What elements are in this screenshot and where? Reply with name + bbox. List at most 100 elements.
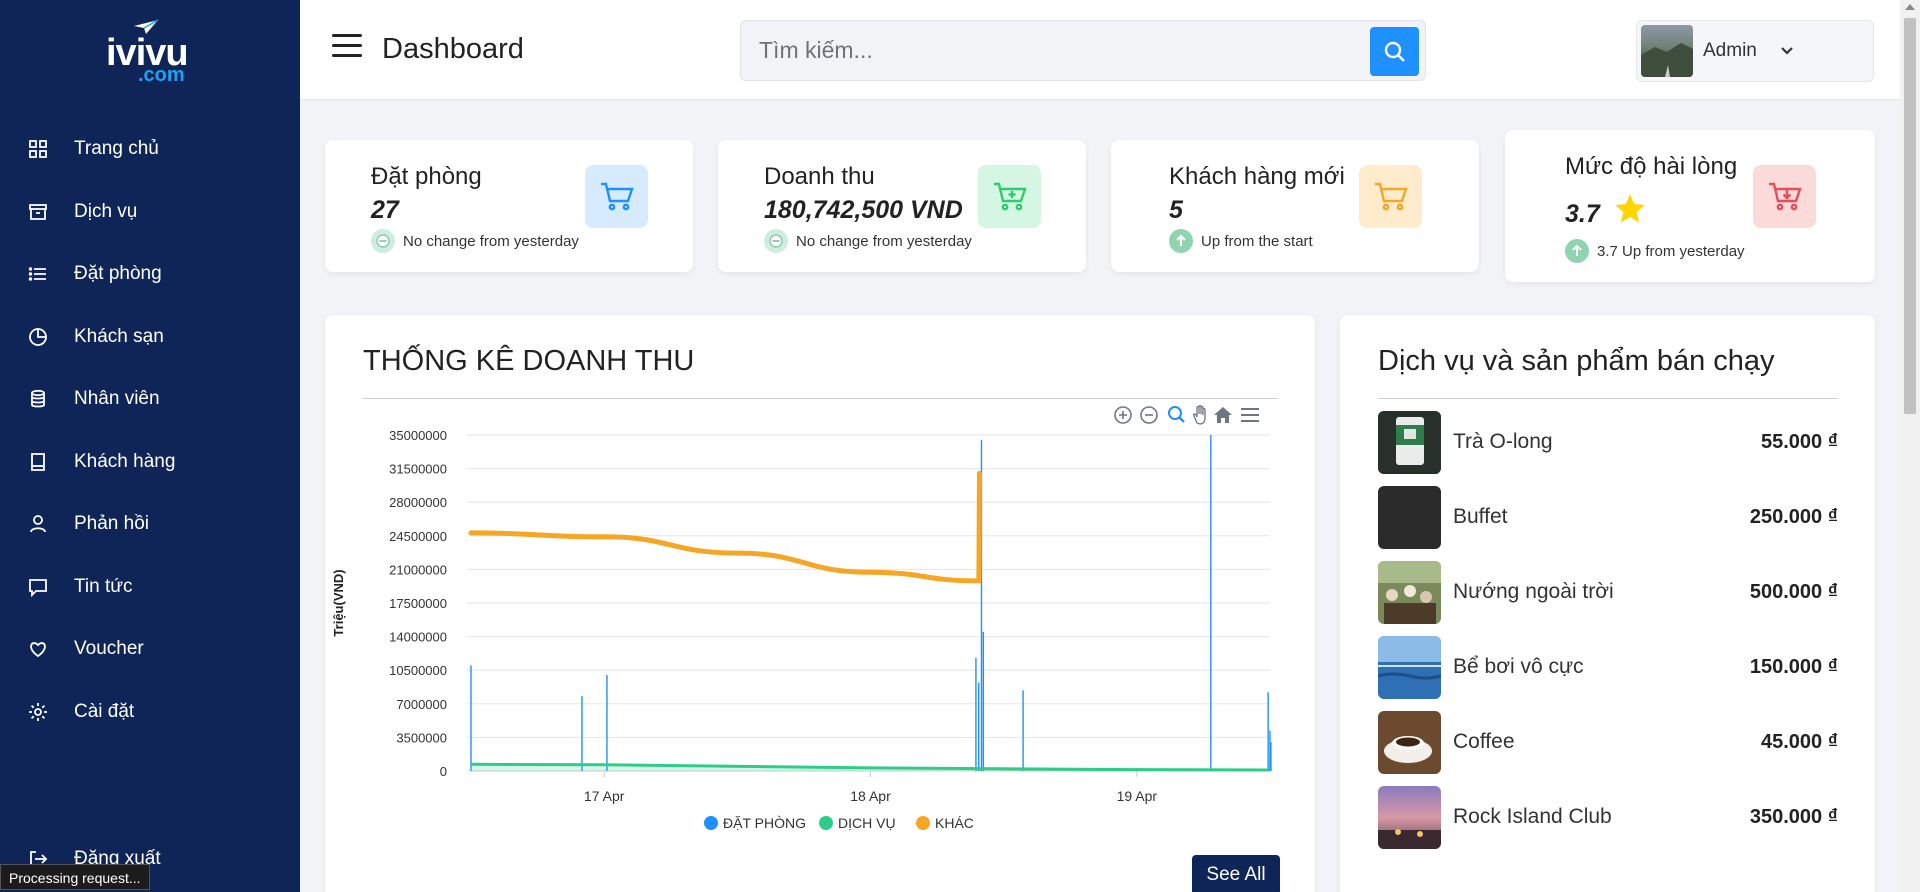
product-name: Nướng ngoài trời xyxy=(1453,580,1614,603)
cart-plus-icon xyxy=(978,165,1041,228)
sidebar-item-khach-hang[interactable]: Khách hàng xyxy=(0,431,300,494)
sidebar-item-label: Dịch vụ xyxy=(74,200,138,222)
sidebar-item-cai-dat[interactable]: Cài đặt xyxy=(0,681,300,744)
stat-note: No change from yesterday xyxy=(764,229,972,253)
product-row[interactable]: Coffee 45.000 ₫ xyxy=(1378,710,1838,774)
stat-note: No change from yesterday xyxy=(371,229,579,253)
menu-toggle-icon[interactable] xyxy=(332,34,362,60)
stat-label: Đặt phòng xyxy=(371,163,482,190)
sidebar-item-label: Phản hồi xyxy=(74,513,150,535)
stat-card-revenue[interactable]: Doanh thu 180,742,500 VND No change from… xyxy=(718,140,1086,272)
revenue-chart: 3500000031500000280000002450000021000000… xyxy=(331,428,1272,831)
user-menu[interactable]: Admin xyxy=(1636,20,1874,82)
stat-note-text: 3.7 Up from yesterday xyxy=(1597,242,1745,260)
sidebar-item-trang-chu[interactable]: Trang chủ xyxy=(0,118,300,181)
stat-card-satisfaction[interactable]: Mức độ hài lòng 3.7 3.7 Up from yesterda… xyxy=(1505,130,1875,282)
sidebar-item-phan-hoi[interactable]: Phản hồi xyxy=(0,493,300,556)
product-row[interactable]: Buffet 250.000 ₫ xyxy=(1378,485,1838,549)
arrow-up-icon xyxy=(1565,239,1589,263)
archive-icon xyxy=(28,202,48,222)
sidebar-item-nhan-vien[interactable]: Nhân viên xyxy=(0,368,300,431)
y-tick-label: 3500000 xyxy=(396,730,447,745)
stat-value: 5 xyxy=(1169,196,1183,224)
y-tick-label: 24500000 xyxy=(389,529,447,544)
user-icon xyxy=(28,514,48,534)
search-input[interactable] xyxy=(759,21,1339,80)
product-thumb-buffet xyxy=(1378,485,1441,549)
arrow-up-icon xyxy=(1169,229,1193,253)
no-change-icon xyxy=(764,229,788,253)
search-button[interactable] xyxy=(1370,27,1419,76)
legend-label: KHÁC xyxy=(935,815,974,831)
best-sellers-panel: Dịch vụ và sản phẩm bán chạy Trà O-long … xyxy=(1340,315,1875,892)
stat-card-new-customers[interactable]: Khách hàng mới 5 Up from the start xyxy=(1111,140,1479,272)
sidebar-item-voucher[interactable]: Voucher xyxy=(0,618,300,681)
x-tick-label: 19 Apr xyxy=(1117,788,1158,804)
sidebar-item-dich-vu[interactable]: Dịch vụ xyxy=(0,181,300,244)
product-row[interactable]: Rock Island Club 350.000 ₫ xyxy=(1378,785,1838,849)
see-all-button[interactable]: See All xyxy=(1192,855,1280,892)
sidebar-item-label: Tin tức xyxy=(74,575,133,597)
product-name: Bể bơi vô cực xyxy=(1453,655,1584,678)
sidebar-item-label: Nhân viên xyxy=(74,388,160,410)
page-scrollbar[interactable] xyxy=(1900,0,1920,892)
product-thumb-pool xyxy=(1378,635,1441,699)
product-row[interactable]: Nướng ngoài trời 500.000 ₫ xyxy=(1378,560,1838,624)
y-tick-label: 28000000 xyxy=(389,495,447,510)
cart-icon xyxy=(585,165,648,228)
ivivu-logo[interactable]: ivivu .com xyxy=(102,18,198,88)
gear-icon xyxy=(28,702,48,722)
heart-icon xyxy=(28,639,48,659)
product-thumb-club xyxy=(1378,785,1441,849)
sidebar-item-tin-tuc[interactable]: Tin tức xyxy=(0,556,300,619)
y-tick-label: 35000000 xyxy=(389,428,447,443)
sidebar-item-khach-san[interactable]: Khách sạn xyxy=(0,306,300,369)
browser-status-bar: Processing request... xyxy=(0,864,150,890)
logo-domain: .com xyxy=(138,64,185,86)
sidebar-item-label: Đặt phòng xyxy=(74,263,162,285)
best-sellers-title: Dịch vụ và sản phẩm bán chạy xyxy=(1378,345,1775,377)
product-price: 350.000 ₫ xyxy=(1749,805,1838,828)
product-price: 150.000 ₫ xyxy=(1749,655,1838,678)
pie-chart-icon xyxy=(28,327,48,347)
product-name: Trà O-long xyxy=(1453,430,1553,453)
message-icon xyxy=(28,577,48,597)
page-title: Dashboard xyxy=(382,33,524,65)
product-name: Buffet xyxy=(1453,505,1508,528)
stat-note-text: No change from yesterday xyxy=(403,232,579,250)
revenue-panel: THỐNG KÊ DOANH THU 35000000 31500000 28000… xyxy=(325,315,1315,892)
user-name: Admin xyxy=(1703,40,1757,61)
search-icon xyxy=(1384,41,1405,62)
sidebar-item-dat-phong[interactable]: Đặt phòng xyxy=(0,243,300,306)
legend-marker xyxy=(704,816,718,830)
stat-value: 180,742,500 VND xyxy=(764,196,963,224)
legend-marker xyxy=(916,816,930,830)
stat-value: 27 xyxy=(371,196,399,224)
stat-card-bookings[interactable]: Đặt phòng 27 No change from yesterday xyxy=(325,140,693,272)
y-tick-label: 31500000 xyxy=(389,462,447,477)
top-header: Dashboard Admin xyxy=(300,0,1900,100)
scrollbar-thumb[interactable] xyxy=(1904,18,1916,414)
stat-value: 3.7 xyxy=(1565,200,1600,228)
sidebar-item-label: Voucher xyxy=(74,638,144,660)
stat-label: Mức độ hài lòng xyxy=(1565,153,1738,180)
cart-icon xyxy=(1359,165,1422,228)
product-row[interactable]: Bể bơi vô cực 150.000 ₫ xyxy=(1378,635,1838,699)
product-price: 500.000 ₫ xyxy=(1749,580,1838,603)
sidebar-item-label: Trang chủ xyxy=(74,138,159,160)
y-tick-label: 17500000 xyxy=(389,596,447,611)
product-price: 45.000 ₫ xyxy=(1761,730,1838,753)
grid-icon xyxy=(28,139,48,159)
product-price: 250.000 ₫ xyxy=(1749,505,1838,528)
y-tick-label: 10500000 xyxy=(389,663,447,678)
product-thumb-bbq xyxy=(1378,560,1441,624)
sidebar: ivivu .com Trang chủ Dịch vụ Đặt phòng K… xyxy=(0,0,300,892)
stat-label: Doanh thu xyxy=(764,163,875,190)
chevron-down-icon xyxy=(1781,47,1793,55)
product-row[interactable]: Trà O-long 55.000 ₫ xyxy=(1378,410,1838,474)
y-tick-label: 7000000 xyxy=(396,697,447,712)
scroll-up-arrow-icon[interactable] xyxy=(1905,4,1915,10)
sidebar-item-label: Khách sạn xyxy=(74,325,164,347)
stat-note-text: Up from the start xyxy=(1201,232,1313,250)
y-axis-label: Triệu(VND) xyxy=(331,569,346,636)
